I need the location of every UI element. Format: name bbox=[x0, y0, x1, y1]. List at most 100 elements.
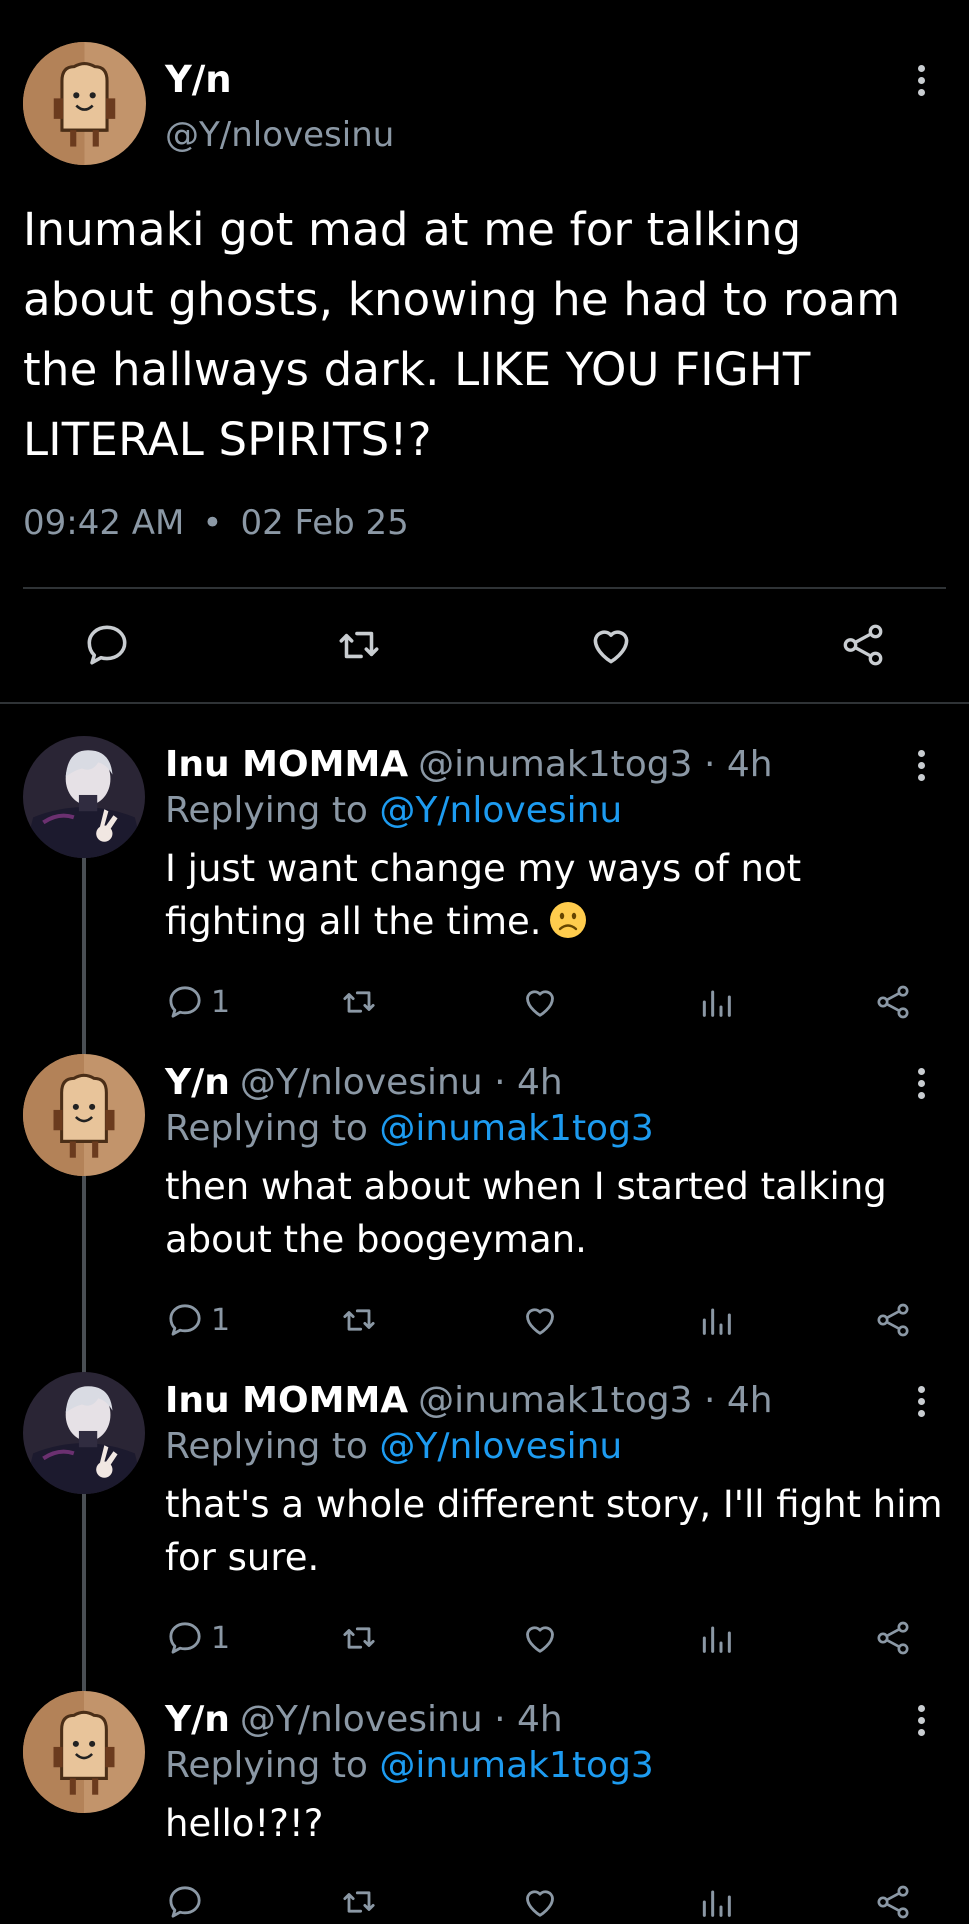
avatar[interactable] bbox=[23, 42, 146, 165]
replying-to: Replying to @Y/nlovesinu bbox=[165, 790, 622, 831]
toast-avatar-icon bbox=[23, 1691, 145, 1813]
author-name[interactable]: Inu MOMMA bbox=[165, 744, 408, 785]
like-icon bbox=[586, 620, 636, 670]
like-button[interactable] bbox=[520, 1880, 560, 1924]
like-button[interactable] bbox=[520, 980, 560, 1024]
author-handle-time[interactable]: @Y/nlovesinu · 4h bbox=[240, 1699, 563, 1740]
avatar[interactable] bbox=[23, 1054, 145, 1176]
like-button[interactable] bbox=[520, 1298, 560, 1342]
tweet-action-bar bbox=[0, 620, 969, 670]
anime-avatar-icon bbox=[23, 736, 145, 858]
like-button[interactable] bbox=[520, 1616, 560, 1660]
replying-to-link[interactable]: @Y/nlovesinu bbox=[379, 790, 622, 831]
reply-action-bar: 1 bbox=[0, 1616, 969, 1660]
tweet-text: Inumaki got mad at me for talking about … bbox=[23, 203, 901, 466]
reply-action-bar: 1 bbox=[0, 1298, 969, 1342]
views-button[interactable] bbox=[696, 1616, 736, 1660]
replying-to: Replying to @inumak1tog3 bbox=[165, 1108, 654, 1149]
reply-count: 1 bbox=[211, 1620, 231, 1656]
reply-icon bbox=[165, 1618, 205, 1658]
more-options-icon[interactable] bbox=[915, 750, 927, 781]
avatar[interactable] bbox=[23, 1372, 145, 1494]
like-icon bbox=[520, 982, 560, 1022]
share-icon bbox=[838, 620, 888, 670]
reply-button[interactable] bbox=[82, 620, 132, 670]
author-name[interactable]: Y/n bbox=[165, 1062, 230, 1103]
avatar[interactable] bbox=[23, 736, 145, 858]
author-handle-time[interactable]: @Y/nlovesinu · 4h bbox=[240, 1062, 563, 1103]
author-handle-time[interactable]: @inumak1tog3 · 4h bbox=[418, 744, 772, 785]
like-icon bbox=[520, 1618, 560, 1658]
like-icon bbox=[520, 1300, 560, 1340]
retweet-icon bbox=[339, 1300, 379, 1340]
share-button[interactable] bbox=[873, 1298, 913, 1342]
replying-prefix: Replying to bbox=[165, 1426, 368, 1467]
replying-prefix: Replying to bbox=[165, 1745, 368, 1786]
retweet-icon bbox=[334, 620, 384, 670]
reply-action-bar: 1 bbox=[0, 980, 969, 1024]
more-options-icon[interactable] bbox=[915, 1705, 927, 1736]
stats-icon bbox=[696, 982, 736, 1022]
retweet-button[interactable] bbox=[339, 980, 379, 1024]
retweet-icon bbox=[339, 1882, 379, 1922]
reply-text: then what about when I started talking a… bbox=[165, 1165, 887, 1261]
more-options-icon[interactable] bbox=[915, 1068, 927, 1099]
author-handle-time[interactable]: @inumak1tog3 · 4h bbox=[418, 1380, 772, 1421]
toast-avatar-icon bbox=[23, 42, 146, 165]
tweet-timestamp: 09:42 AM • 02 Feb 25 bbox=[23, 503, 409, 543]
replying-to: Replying to @Y/nlovesinu bbox=[165, 1426, 622, 1467]
share-button[interactable] bbox=[873, 1880, 913, 1924]
replying-to-link[interactable]: @Y/nlovesinu bbox=[379, 1426, 622, 1467]
reply-action-bar bbox=[0, 1880, 969, 1924]
reply-button[interactable]: 1 bbox=[165, 1298, 230, 1342]
share-button[interactable] bbox=[873, 980, 913, 1024]
retweet-icon bbox=[339, 1618, 379, 1658]
replying-to-link[interactable]: @inumak1tog3 bbox=[379, 1745, 653, 1786]
more-options-icon[interactable] bbox=[915, 1386, 927, 1417]
retweet-button[interactable] bbox=[334, 620, 384, 670]
reply-icon bbox=[165, 1882, 205, 1922]
divider bbox=[23, 587, 946, 589]
like-icon bbox=[520, 1882, 560, 1922]
reply-text-content: I just want change my ways of not fighti… bbox=[165, 847, 802, 943]
share-button[interactable] bbox=[838, 620, 888, 670]
share-icon bbox=[873, 982, 913, 1022]
share-icon bbox=[873, 1882, 913, 1922]
reply-text: that's a whole different story, I'll fig… bbox=[165, 1483, 943, 1579]
reply-button[interactable] bbox=[165, 1880, 211, 1924]
tweet-time: 09:42 AM bbox=[23, 503, 185, 543]
replying-to-link[interactable]: @inumak1tog3 bbox=[379, 1108, 653, 1149]
retweet-button[interactable] bbox=[339, 1880, 379, 1924]
avatar[interactable] bbox=[23, 1691, 145, 1813]
views-button[interactable] bbox=[696, 1880, 736, 1924]
reply-count: 1 bbox=[211, 984, 231, 1020]
retweet-icon bbox=[339, 982, 379, 1022]
meta-separator: • bbox=[202, 503, 223, 543]
reply-icon bbox=[165, 982, 205, 1022]
replying-prefix: Replying to bbox=[165, 1108, 368, 1149]
retweet-button[interactable] bbox=[339, 1616, 379, 1660]
reply-count: 1 bbox=[211, 1302, 231, 1338]
stats-icon bbox=[696, 1300, 736, 1340]
author-handle[interactable]: @Y/nlovesinu bbox=[165, 115, 394, 155]
slightly-frowning-face-icon bbox=[548, 900, 588, 940]
tweet-date: 02 Feb 25 bbox=[240, 503, 409, 543]
author-name[interactable]: Y/n bbox=[165, 1699, 230, 1740]
toast-avatar-icon bbox=[23, 1054, 145, 1176]
share-icon bbox=[873, 1300, 913, 1340]
replying-to: Replying to @inumak1tog3 bbox=[165, 1745, 654, 1786]
views-button[interactable] bbox=[696, 980, 736, 1024]
author-name[interactable]: Y/n bbox=[165, 58, 232, 101]
stats-icon bbox=[696, 1882, 736, 1922]
more-options-icon[interactable] bbox=[915, 65, 927, 96]
share-button[interactable] bbox=[873, 1616, 913, 1660]
views-button[interactable] bbox=[696, 1298, 736, 1342]
reply-button[interactable]: 1 bbox=[165, 980, 230, 1024]
retweet-button[interactable] bbox=[339, 1298, 379, 1342]
replying-prefix: Replying to bbox=[165, 790, 368, 831]
reply-text: hello!?!? bbox=[165, 1802, 324, 1845]
reply-button[interactable]: 1 bbox=[165, 1616, 230, 1660]
like-button[interactable] bbox=[586, 620, 636, 670]
author-name[interactable]: Inu MOMMA bbox=[165, 1380, 408, 1421]
share-icon bbox=[873, 1618, 913, 1658]
